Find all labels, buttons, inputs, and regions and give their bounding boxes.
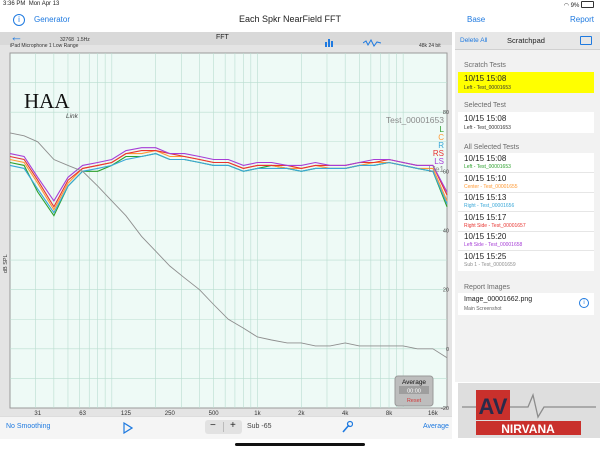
- fft-panel: ← FFT 32768 1.5Hz iPad Microphone 1 Low …: [0, 29, 452, 416]
- all-selected-title: All Selected Tests: [464, 144, 520, 151]
- report-images-title: Report Images: [464, 284, 510, 291]
- test-sub: Left Side - Test_00001658: [464, 242, 523, 248]
- waveform-icon[interactable]: [362, 34, 382, 47]
- selected-test-item[interactable]: 10/15 15:25 Sub 1 - Test_00001659: [458, 251, 594, 270]
- average-time: 00:00: [407, 389, 421, 395]
- delete-all-button[interactable]: Delete All: [460, 37, 487, 44]
- selected-test-item[interactable]: 10/15 15:08 Left - Test_00001653: [458, 153, 594, 173]
- status-bar: 3:36 PM Mon Apr 13 ◠ 9%: [0, 0, 600, 9]
- report-image-name: Image_00001662.png: [464, 296, 533, 303]
- selected-test-item[interactable]: 10/15 15:20 Left Side - Test_00001658: [458, 231, 594, 251]
- all-selected-list: 10/15 15:08 Left - Test_00001653 10/15 15:…: [458, 153, 594, 271]
- y-axis-label: dB SPL: [3, 254, 9, 273]
- fft-plot[interactable]: 806040200-2031 63 125 250 500 1k 2k 4k 8k 16kdB S…: [0, 48, 452, 416]
- report-image-item[interactable]: Image_00001662.png Main Screenshot i: [458, 293, 594, 315]
- scratch-test-item[interactable]: 10/15 15:08 Left - Test_00001653: [458, 72, 594, 93]
- test-sub: Right Side - Test_00001657: [464, 222, 526, 229]
- image-icon[interactable]: [580, 36, 592, 45]
- status-time: 3:36 PM Mon Apr 13: [3, 1, 60, 7]
- smoothing-button[interactable]: No Smoothing: [6, 423, 50, 430]
- selected-test-sub: Left - Test_00001653: [464, 125, 511, 131]
- battery-icon: [581, 1, 594, 8]
- sub-level-value: Sub -65: [247, 423, 272, 430]
- test-sub: Sub 1 - Test_00001659: [464, 261, 516, 268]
- y-tick-label: 40: [443, 229, 449, 235]
- selected-test-item[interactable]: 10/15 15:13 Right - Test_00001656: [458, 192, 594, 212]
- svg-text:NIRVANA: NIRVANA: [501, 422, 555, 436]
- haa-logo-text: HAA: [24, 89, 70, 113]
- scratchpad-header: Delete All Scratchpad: [455, 32, 600, 50]
- average-button[interactable]: Average: [423, 423, 449, 430]
- battery-indicator: ◠ 9%: [564, 1, 594, 9]
- y-tick-label: 0: [446, 347, 449, 353]
- test-time: 10/15 15:08: [464, 154, 507, 163]
- play-icon[interactable]: [123, 421, 134, 435]
- average-title: Average: [402, 379, 426, 386]
- bottom-toolbar: No Smoothing − + Sub -65 Average: [0, 416, 452, 439]
- test-sub: Right - Test_00001656: [464, 203, 515, 209]
- scratch-test-time: 10/15 15:08: [464, 74, 507, 83]
- test-sub: Left - Test_00001653: [464, 164, 511, 170]
- reset-button[interactable]: Reset: [407, 398, 422, 404]
- haa-logo-sub: Link: [66, 113, 79, 120]
- legend-entry: Lfe1: [428, 165, 444, 174]
- selected-test-item[interactable]: 10/15 15:17 Right Side - Test_00001657: [458, 212, 594, 232]
- fft-title: FFT: [216, 34, 229, 41]
- page-title: Each Spkr NearField FFT: [238, 14, 342, 24]
- report-image-sub: Main Screenshot: [464, 306, 502, 312]
- generator-button[interactable]: Generator: [34, 15, 70, 24]
- home-indicator: [235, 443, 365, 446]
- info-icon[interactable]: i: [579, 298, 589, 308]
- logo-graphic: AV NIRVANA: [462, 390, 596, 436]
- scratchpad-panel: Delete All Scratchpad Scratch Tests 10/1…: [455, 32, 600, 382]
- test-time: 10/15 15:20: [464, 232, 507, 241]
- test-time: 10/15 15:17: [464, 212, 507, 222]
- base-button[interactable]: Base: [467, 15, 485, 24]
- selected-test-time: 10/15 15:08: [464, 114, 507, 123]
- av-nirvana-logo: AV NIRVANA: [458, 383, 600, 438]
- sub-level-stepper: − +: [205, 420, 242, 434]
- back-arrow-icon[interactable]: ←: [10, 29, 23, 44]
- report-button[interactable]: Report: [570, 15, 594, 24]
- wrench-icon[interactable]: [341, 420, 354, 434]
- decrement-button[interactable]: −: [210, 420, 216, 431]
- increment-button[interactable]: +: [230, 420, 236, 431]
- info-icon[interactable]: i: [13, 14, 25, 26]
- scratch-tests-title: Scratch Tests: [464, 62, 506, 69]
- selected-test-item[interactable]: 10/15 15:10 Center - Test_00001655: [458, 173, 594, 193]
- test-sub: Center - Test_00001655: [464, 183, 518, 190]
- selected-test-title: Selected Test: [464, 102, 506, 109]
- selected-test-item[interactable]: 10/15 15:08 Left - Test_00001653: [458, 112, 594, 133]
- test-time: 10/15 15:10: [464, 173, 507, 183]
- y-tick-label: 20: [443, 288, 449, 294]
- test-id-label: Test_00001653: [386, 115, 444, 125]
- scratch-test-sub: Left - Test_00001653: [464, 85, 511, 91]
- navigation-bar: i Generator Each Spkr NearField FFT Base…: [0, 9, 600, 32]
- bar-chart-icon[interactable]: [325, 34, 334, 47]
- y-tick-label: -20: [441, 406, 449, 412]
- scratchpad-title: Scratchpad: [507, 36, 545, 45]
- test-time: 10/15 15:25: [464, 251, 507, 261]
- test-time: 10/15 15:13: [464, 193, 507, 202]
- svg-text:AV: AV: [479, 394, 508, 419]
